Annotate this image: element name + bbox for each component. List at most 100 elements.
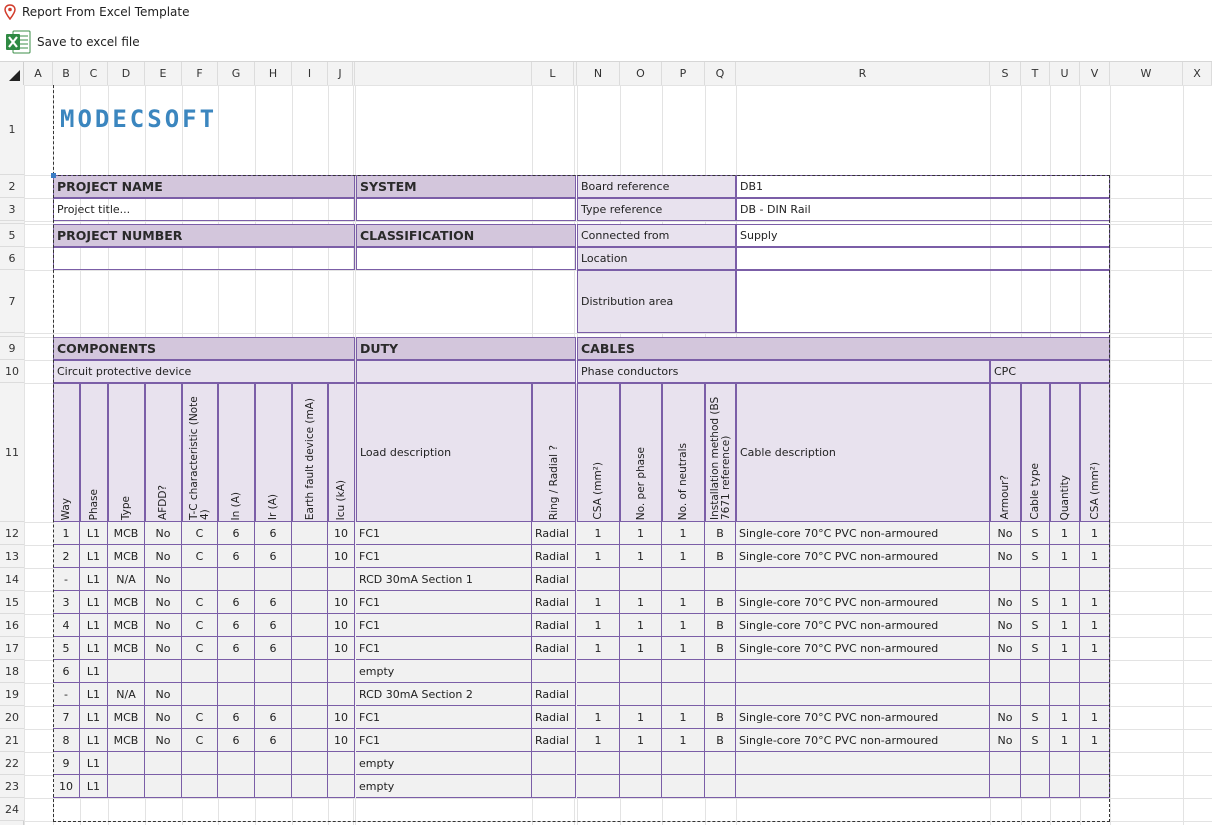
circuit-in-cell[interactable]: 6 xyxy=(218,545,255,568)
project-number-input[interactable] xyxy=(53,247,355,270)
header-cable-description[interactable]: Cable description xyxy=(736,383,990,522)
circuit-cable-cell[interactable]: Single-core 70°C PVC non-armoured xyxy=(736,614,990,637)
row-header[interactable]: 10 xyxy=(0,360,24,383)
circuit-afdd-cell[interactable]: No xyxy=(145,637,182,660)
column-header[interactable]: R xyxy=(736,62,990,85)
circuit-ring-cell[interactable]: Radial xyxy=(532,522,576,545)
location-label[interactable]: Location xyxy=(577,247,736,270)
circuit-in-cell[interactable]: 6 xyxy=(218,522,255,545)
circuit-ring-cell[interactable]: Radial xyxy=(532,683,576,706)
row-header[interactable]: 13 xyxy=(0,545,24,568)
row-header[interactable]: 18 xyxy=(0,660,24,683)
circuit-qty-cell[interactable]: 1 xyxy=(1050,545,1080,568)
column-header[interactable]: H xyxy=(255,62,292,85)
circuit-afdd-cell[interactable]: No xyxy=(145,591,182,614)
circuit-ct-cell[interactable]: S xyxy=(1021,591,1050,614)
circuit-csa-cell[interactable]: 1 xyxy=(577,614,620,637)
circuit-cpc-cell[interactable] xyxy=(1080,752,1110,775)
circuit-cpc-cell[interactable]: 1 xyxy=(1080,729,1110,752)
header-cable-type[interactable]: Cable type xyxy=(1021,383,1050,522)
circuit-earth-cell[interactable] xyxy=(292,614,328,637)
circuit-protective-device-label[interactable]: Circuit protective device xyxy=(53,360,355,383)
board-reference-label[interactable]: Board reference xyxy=(577,175,736,198)
circuit-ct-cell[interactable] xyxy=(1021,568,1050,591)
circuit-pp-cell[interactable] xyxy=(620,660,662,683)
circuit-qty-cell[interactable] xyxy=(1050,683,1080,706)
circuit-tc-cell[interactable]: C xyxy=(182,729,218,752)
header-neutrals[interactable]: No. of neutrals xyxy=(662,383,705,522)
column-header[interactable]: Q xyxy=(705,62,736,85)
circuit-arm-cell[interactable] xyxy=(990,683,1021,706)
circuit-cpc-cell[interactable] xyxy=(1080,568,1110,591)
circuit-csa-cell[interactable]: 1 xyxy=(577,545,620,568)
circuit-tc-cell[interactable]: C xyxy=(182,614,218,637)
circuit-ct-cell[interactable] xyxy=(1021,660,1050,683)
circuit-pp-cell[interactable]: 1 xyxy=(620,545,662,568)
circuit-csa-cell[interactable] xyxy=(577,752,620,775)
circuit-afdd-cell[interactable] xyxy=(145,752,182,775)
circuit-way-cell[interactable]: 9 xyxy=(53,752,80,775)
circuit-cpc-cell[interactable] xyxy=(1080,683,1110,706)
row-header[interactable]: 17 xyxy=(0,637,24,660)
circuit-way-cell[interactable]: 7 xyxy=(53,706,80,729)
circuit-neu-cell[interactable]: 1 xyxy=(662,614,705,637)
circuit-inst-cell[interactable] xyxy=(705,752,736,775)
circuit-phase-cell[interactable]: L1 xyxy=(80,660,108,683)
header-per-phase[interactable]: No. per phase xyxy=(620,383,662,522)
column-header[interactable]: V xyxy=(1080,62,1110,85)
circuit-cpc-cell[interactable]: 1 xyxy=(1080,591,1110,614)
circuit-neu-cell[interactable]: 1 xyxy=(662,637,705,660)
circuit-cpc-cell[interactable]: 1 xyxy=(1080,637,1110,660)
circuit-qty-cell[interactable]: 1 xyxy=(1050,637,1080,660)
duty-subheader[interactable] xyxy=(356,360,576,383)
circuit-tc-cell[interactable] xyxy=(182,660,218,683)
header-install[interactable]: Installation method (BS 7671 reference) xyxy=(705,383,736,522)
circuit-cpc-cell[interactable]: 1 xyxy=(1080,614,1110,637)
circuit-pp-cell[interactable]: 1 xyxy=(620,614,662,637)
circuit-way-cell[interactable]: - xyxy=(53,683,80,706)
circuit-pp-cell[interactable] xyxy=(620,752,662,775)
circuit-phase-cell[interactable]: L1 xyxy=(80,568,108,591)
circuit-icu-cell[interactable] xyxy=(328,752,355,775)
circuit-arm-cell[interactable]: No xyxy=(990,614,1021,637)
circuit-type-cell[interactable] xyxy=(108,775,145,798)
circuit-type-cell[interactable]: MCB xyxy=(108,545,145,568)
circuit-arm-cell[interactable] xyxy=(990,775,1021,798)
type-reference-label[interactable]: Type reference xyxy=(577,198,736,221)
row-header[interactable]: 5 xyxy=(0,224,24,247)
circuit-csa-cell[interactable] xyxy=(577,660,620,683)
circuit-inst-cell[interactable]: B xyxy=(705,591,736,614)
circuit-icu-cell[interactable]: 10 xyxy=(328,637,355,660)
circuit-tc-cell[interactable] xyxy=(182,683,218,706)
circuit-type-cell[interactable]: MCB xyxy=(108,729,145,752)
circuit-pp-cell[interactable]: 1 xyxy=(620,706,662,729)
circuit-type-cell[interactable]: MCB xyxy=(108,706,145,729)
circuit-csa-cell[interactable]: 1 xyxy=(577,591,620,614)
circuit-in-cell[interactable]: 6 xyxy=(218,614,255,637)
circuit-arm-cell[interactable] xyxy=(990,660,1021,683)
row-header[interactable]: 22 xyxy=(0,752,24,775)
column-header[interactable]: O xyxy=(620,62,662,85)
cpc-label[interactable]: CPC xyxy=(990,360,1110,383)
row-header[interactable]: 3 xyxy=(0,198,24,221)
row-header[interactable]: 2 xyxy=(0,175,24,198)
circuit-ct-cell[interactable]: S xyxy=(1021,522,1050,545)
header-afdd[interactable]: AFDD? xyxy=(145,383,182,522)
column-header[interactable]: D xyxy=(108,62,145,85)
circuit-cable-cell[interactable]: Single-core 70°C PVC non-armoured xyxy=(736,637,990,660)
circuit-phase-cell[interactable]: L1 xyxy=(80,706,108,729)
circuit-ring-cell[interactable] xyxy=(532,775,576,798)
circuit-cpc-cell[interactable]: 1 xyxy=(1080,706,1110,729)
header-armour[interactable]: Armour? xyxy=(990,383,1021,522)
circuit-ring-cell[interactable]: Radial xyxy=(532,706,576,729)
circuit-ir-cell[interactable]: 6 xyxy=(255,545,292,568)
header-phase[interactable]: Phase xyxy=(80,383,108,522)
circuit-cable-cell[interactable]: Single-core 70°C PVC non-armoured xyxy=(736,522,990,545)
circuit-csa-cell[interactable] xyxy=(577,683,620,706)
header-type[interactable]: Type xyxy=(108,383,145,522)
circuit-ct-cell[interactable] xyxy=(1021,752,1050,775)
row-header[interactable]: 16 xyxy=(0,614,24,637)
type-reference-input[interactable]: DB - DIN Rail xyxy=(736,198,1110,221)
board-reference-input[interactable]: DB1 xyxy=(736,175,1110,198)
circuit-way-cell[interactable]: 1 xyxy=(53,522,80,545)
